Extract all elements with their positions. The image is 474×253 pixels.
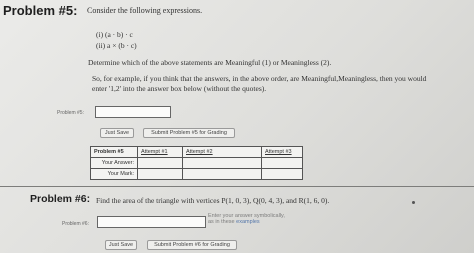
problem-6-title: Problem #6:: [30, 193, 91, 205]
attempt-3-answer: [261, 157, 303, 169]
attempt-2-link[interactable]: Attempt #2: [182, 146, 262, 158]
attempt-2-answer: [182, 157, 262, 169]
attempt-3-mark: [261, 168, 303, 180]
problem-6-just-save-button[interactable]: Just Save: [105, 240, 137, 250]
problem-5-just-save-button[interactable]: Just Save: [100, 128, 134, 138]
cursor-dot: [412, 201, 415, 204]
problem-5-intro: Consider the following expressions.: [87, 6, 203, 15]
section-divider: [0, 186, 474, 187]
problem-6-answer-input[interactable]: [97, 216, 206, 228]
history-header-row: Problem #5 Attempt #1 Attempt #2 Attempt…: [90, 146, 303, 158]
history-problem-header: Problem #5: [90, 146, 138, 158]
expression-ii: (ii) a × (b · c): [96, 41, 137, 50]
problem-6-submit-button[interactable]: Submit Problem #6 for Grading: [147, 240, 237, 250]
hint-line-2-prefix: as in these: [208, 219, 235, 225]
examples-link[interactable]: examples: [236, 219, 260, 225]
problem-6-answer-value: [98, 226, 100, 232]
attempt-1-link[interactable]: Attempt #1: [137, 146, 183, 158]
problem-5-answer-value: [96, 116, 98, 122]
attempt-1-mark: [137, 168, 183, 180]
problem-5-answer-input[interactable]: [95, 106, 171, 118]
problem-5-instruction: Determine which of the above statements …: [88, 58, 332, 67]
your-answer-label: Your Answer:: [90, 157, 138, 169]
problem-6-hint: Enter your answer symbolically, as in th…: [208, 213, 285, 225]
expression-i: (i) (a · b) · c: [96, 30, 133, 39]
problem-6-answer-label: Problem #6:: [62, 221, 89, 227]
attempt-1-answer: [137, 157, 183, 169]
hint-line-2: as in these examples: [208, 219, 285, 225]
problem-5-submit-button[interactable]: Submit Problem #5 for Grading: [143, 128, 235, 138]
your-mark-label: Your Mark:: [90, 168, 138, 180]
problem-5-title: Problem #5:: [3, 3, 78, 18]
problem-5-answer-label: Problem #5:: [57, 110, 84, 116]
attempt-3-link[interactable]: Attempt #3: [261, 146, 303, 158]
problem-6-text: Find the area of the triangle with verti…: [96, 196, 330, 205]
problem-5-example-line-1: So, for example, if you think that the a…: [92, 74, 427, 83]
problem-5-history-table: Problem #5 Attempt #1 Attempt #2 Attempt…: [90, 146, 303, 180]
attempt-2-mark: [182, 168, 262, 180]
history-mark-row: Your Mark:: [90, 168, 303, 180]
problem-5-example-line-2: enter '1,2' into the answer box below (w…: [92, 84, 267, 93]
history-answer-row: Your Answer:: [90, 157, 303, 169]
